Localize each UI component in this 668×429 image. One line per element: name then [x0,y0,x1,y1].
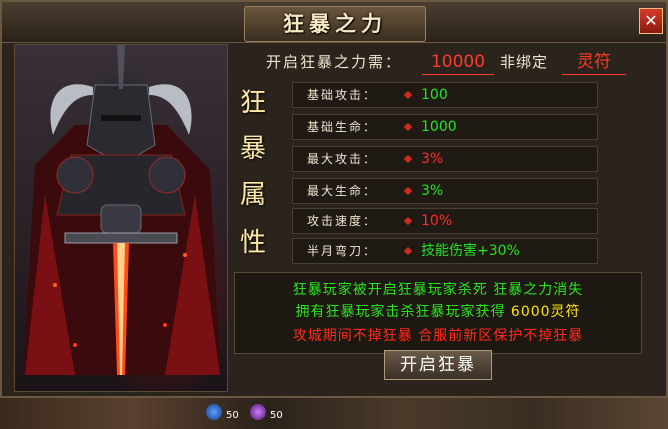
attribute-label: 基础攻击： [307,88,378,102]
attribute-label: 最大生命： [307,184,378,198]
attribute-row: 最大生命： 3% [292,178,598,204]
reward-amount: 6000灵符 [510,304,581,320]
rule-line-2: 拥有狂暴玩家击杀狂暴玩家获得 6000灵符 [235,301,641,321]
close-button[interactable]: ✕ [639,8,663,34]
attribute-label: 基础生命： [307,120,378,134]
side-title-char: 性 [239,228,266,258]
bullet-icon [403,186,413,196]
dialog-title: 狂暴之力 [244,6,426,42]
rule-line-3: 攻城期间不掉狂暴 合服前新区保护不掉狂暴 [292,328,584,344]
rule-line-1: 狂暴玩家被开启狂暴玩家杀死 狂暴之力消失 [292,282,584,298]
attribute-value: 100 [421,87,448,103]
side-title-char: 暴 [239,134,266,164]
requirement-amount: 10000 [422,50,494,75]
attribute-label: 半月弯刀： [307,244,378,258]
dialog-titlebar: 狂暴之力 ✕ [2,2,666,43]
berserk-dialog: 狂暴之力 ✕ 开启狂暴之力需： 10000 非绑定 灵符 狂 暴 属 性 基础攻… [0,0,668,398]
bullet-icon [403,216,413,226]
attribute-value: 3% [421,183,444,199]
bullet-icon [403,246,413,256]
rule-line-2-text: 拥有狂暴玩家击杀狂暴玩家获得 [295,304,511,320]
attribute-value: 10% [421,213,453,229]
side-title-char: 狂 [239,88,266,118]
potion-count: 50 [226,410,239,421]
bullet-icon [403,90,413,100]
magic-orb-count: 50 [270,410,283,421]
hero-portrait [14,44,228,392]
requirement-label: 开启狂暴之力需： [266,53,403,71]
rules-info-box: 狂暴玩家被开启狂暴玩家杀死 狂暴之力消失 拥有狂暴玩家击杀狂暴玩家获得 6000… [234,272,642,354]
attribute-label: 最大攻击： [307,152,378,166]
requirement-item: 灵符 [562,50,626,75]
attribute-value: 技能伤害+30% [421,243,520,259]
attribute-row: 基础攻击： 100 [292,82,598,108]
requirement-line: 开启狂暴之力需： 10000 非绑定 灵符 [238,50,658,75]
potion-icon[interactable] [206,404,222,420]
side-title-char: 属 [239,180,266,210]
game-hud-strip: 50 50 [0,398,668,429]
magic-orb-icon[interactable] [250,404,266,420]
dark-knight-illustration [23,45,220,375]
attribute-row: 半月弯刀： 技能伤害+30% [292,238,598,264]
attribute-row: 攻击速度： 10% [292,208,598,234]
attribute-row: 最大攻击： 3% [292,146,598,172]
bullet-icon [403,154,413,164]
attribute-row: 基础生命： 1000 [292,114,598,140]
attribute-value: 3% [421,151,444,167]
requirement-unbind-label: 非绑定 [500,53,549,71]
attribute-value: 1000 [421,119,457,135]
bullet-icon [403,122,413,132]
activate-berserk-button[interactable]: 开启狂暴 [384,350,492,380]
attribute-label: 攻击速度： [307,214,378,228]
